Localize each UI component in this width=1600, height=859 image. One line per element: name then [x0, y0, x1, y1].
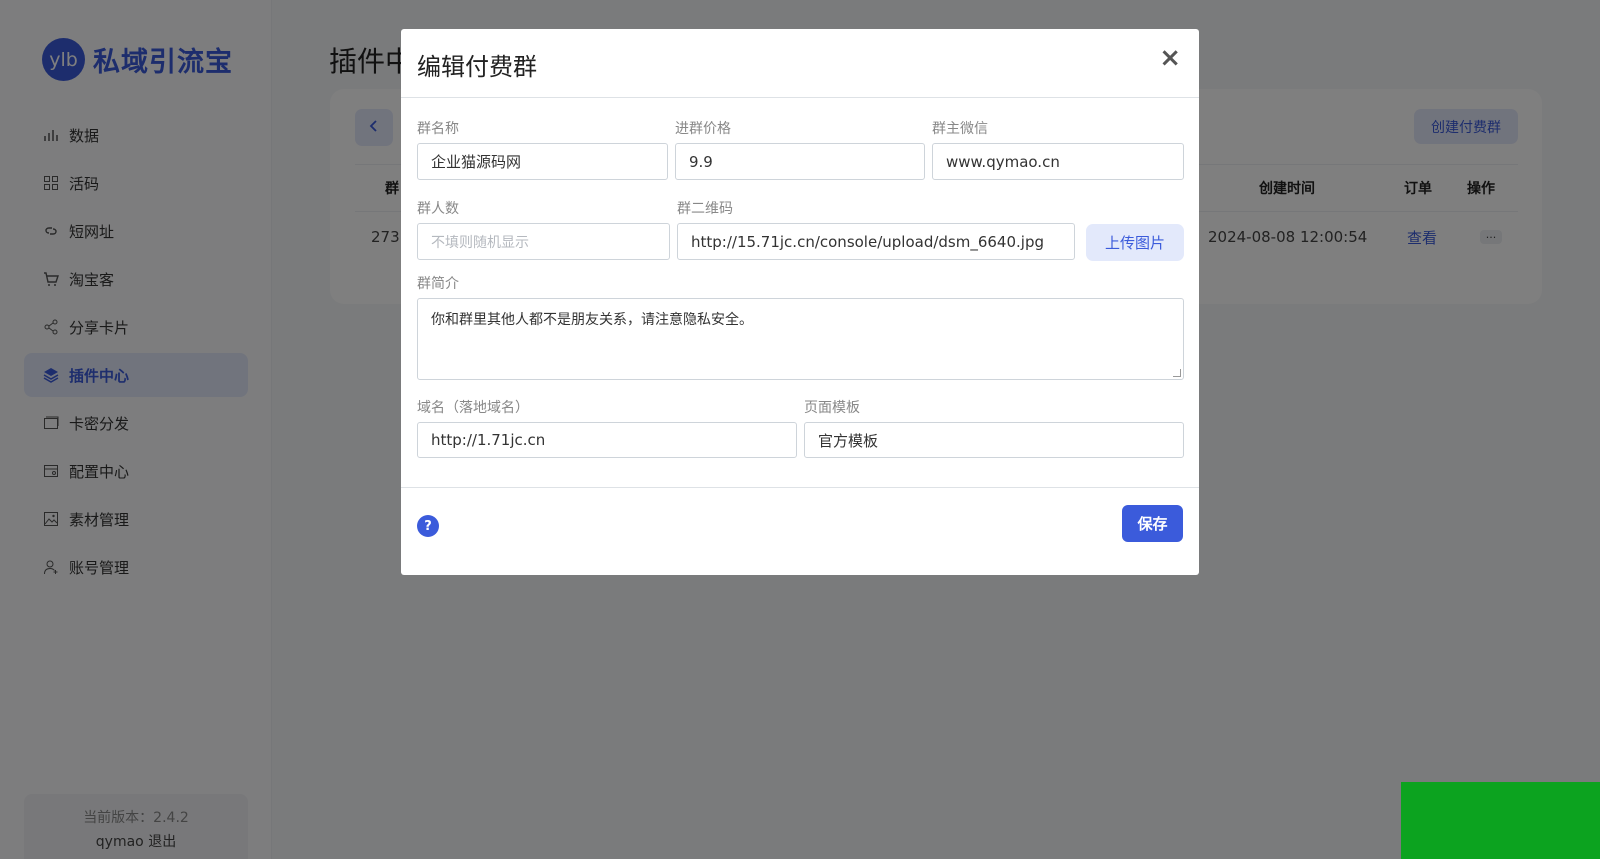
modal-title: 编辑付费群 — [417, 53, 537, 81]
qrcode-input[interactable]: http://15.71jc.cn/console/upload/dsm_664… — [677, 223, 1075, 260]
member-count-input[interactable]: 不填则随机显示 — [417, 223, 670, 260]
intro-text: 你和群里其他人都不是朋友关系，请注意隐私安全。 — [431, 312, 753, 328]
modal-footer: ? 保存 — [401, 487, 1199, 575]
template-label: 页面模板 — [804, 400, 860, 416]
edit-paid-group-modal: 编辑付费群 × 群名称 企业猫源码网 进群价格 9.9 群主微信 www.qym… — [401, 29, 1199, 575]
domain-label: 域名（落地域名） — [417, 400, 529, 416]
resize-handle-icon[interactable] — [1173, 369, 1181, 377]
intro-field: 群简介 你和群里其他人都不是朋友关系，请注意隐私安全。 — [417, 274, 1184, 380]
intro-label: 群简介 — [417, 276, 459, 292]
price-input[interactable]: 9.9 — [675, 143, 925, 180]
corner-block — [1401, 782, 1600, 859]
qrcode-label: 群二维码 — [677, 201, 733, 217]
owner-wechat-input[interactable]: www.qymao.cn — [932, 143, 1184, 180]
domain-field: 域名（落地域名） http://1.71jc.cn — [417, 398, 797, 458]
help-icon[interactable]: ? — [417, 515, 439, 537]
member-count-field: 群人数 不填则随机显示 — [417, 199, 670, 260]
save-button[interactable]: 保存 — [1122, 505, 1183, 542]
domain-input[interactable]: http://1.71jc.cn — [417, 422, 797, 458]
owner-wechat-label: 群主微信 — [932, 121, 988, 137]
group-name-label: 群名称 — [417, 121, 459, 137]
template-select[interactable]: 官方模板 — [804, 422, 1184, 458]
price-field: 进群价格 9.9 — [675, 119, 925, 180]
upload-image-button[interactable]: 上传图片 — [1086, 224, 1184, 261]
group-name-field: 群名称 企业猫源码网 — [417, 119, 668, 180]
owner-wechat-field: 群主微信 www.qymao.cn — [932, 119, 1184, 180]
price-label: 进群价格 — [675, 121, 731, 137]
member-count-label: 群人数 — [417, 201, 459, 217]
template-field: 页面模板 官方模板 — [804, 398, 1184, 458]
qrcode-field: 群二维码 http://15.71jc.cn/console/upload/ds… — [677, 199, 1075, 260]
close-icon[interactable]: × — [1159, 43, 1181, 73]
group-name-input[interactable]: 企业猫源码网 — [417, 143, 668, 180]
intro-textarea[interactable]: 你和群里其他人都不是朋友关系，请注意隐私安全。 — [417, 298, 1184, 380]
modal-header: 编辑付费群 × — [401, 29, 1199, 98]
